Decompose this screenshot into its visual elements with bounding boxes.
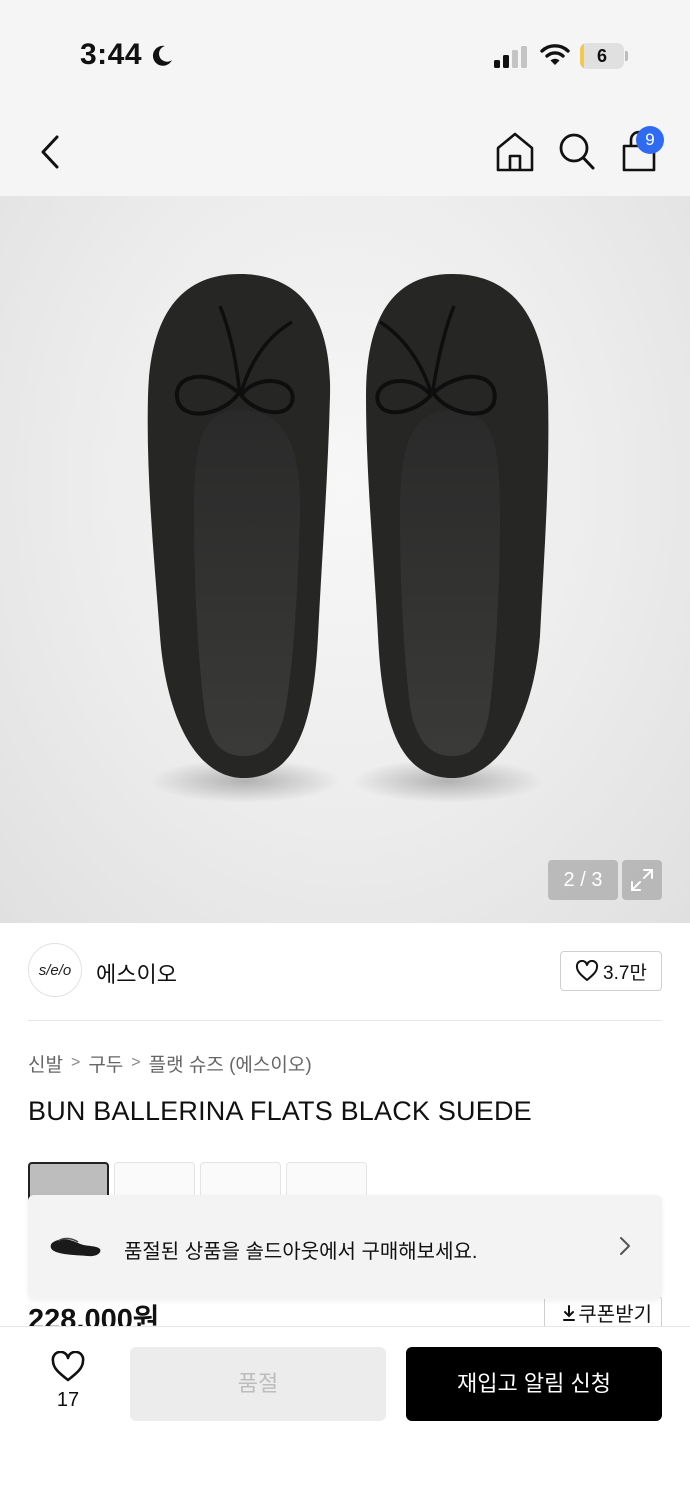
- home-icon: [496, 132, 534, 172]
- price-row: 228,000원 쿠폰받기: [28, 1296, 662, 1326]
- home-button[interactable]: [494, 130, 536, 174]
- top-nav: 9: [0, 110, 690, 196]
- breadcrumb-item[interactable]: 구두: [88, 1050, 123, 1077]
- download-icon: [563, 1304, 576, 1321]
- brand-row[interactable]: s/e/o 에스이오 3.7만: [28, 943, 662, 999]
- expand-icon: [631, 869, 653, 891]
- brand-like-button[interactable]: 3.7만: [560, 951, 662, 991]
- restock-alert-button[interactable]: 재입고 알림 신청: [406, 1347, 662, 1421]
- battery-icon: 6: [580, 43, 628, 69]
- coupon-label: 쿠폰받기: [578, 1304, 652, 1326]
- coupon-button[interactable]: 쿠폰받기: [562, 1298, 652, 1326]
- expand-image-button[interactable]: [622, 860, 662, 900]
- brand-name[interactable]: 에스이오: [96, 957, 177, 989]
- cart-button[interactable]: 9: [618, 126, 664, 174]
- signal-icon: [494, 46, 527, 68]
- breadcrumb: 신발 > 구두 > 플랫 슈즈 (에스이오): [28, 1050, 312, 1076]
- search-button[interactable]: [556, 130, 598, 174]
- search-icon: [559, 133, 595, 170]
- image-counter: 2 / 3: [548, 860, 618, 900]
- product-price: 228,000원: [28, 1304, 160, 1326]
- product-image: [147, 274, 549, 803]
- breadcrumb-item[interactable]: 플랫 슈즈 (에스이오): [149, 1050, 312, 1077]
- battery-percent: 6: [596, 46, 607, 66]
- back-chevron-icon: [41, 135, 59, 169]
- shoe-thumbnail-icon: [50, 1237, 101, 1257]
- back-button[interactable]: [30, 130, 70, 174]
- divider: [28, 1020, 662, 1021]
- bottom-action-bar: 17 품절 재입고 알림 신청: [0, 1326, 690, 1500]
- moon-icon: [152, 45, 172, 66]
- product-image-gallery[interactable]: 2 / 3: [0, 196, 690, 923]
- breadcrumb-separator-icon: >: [131, 1054, 141, 1071]
- product-title: BUN BALLERINA FLATS BLACK SUEDE: [28, 1096, 532, 1126]
- soldout-button: 품절: [130, 1347, 386, 1421]
- brand-like-count: 3.7만: [603, 962, 647, 984]
- soldout-banner[interactable]: 품절된 상품을 솔드아웃에서 구매해보세요.: [28, 1195, 662, 1299]
- soldout-banner-text: 품절된 상품을 솔드아웃에서 구매해보세요.: [124, 1241, 478, 1263]
- breadcrumb-item[interactable]: 신발: [28, 1050, 63, 1077]
- status-bar: 3:44 6: [0, 0, 690, 110]
- breadcrumb-separator-icon: >: [70, 1054, 81, 1071]
- wishlist-count: 17: [56, 1389, 80, 1411]
- cart-count-badge: 9: [636, 126, 664, 154]
- brand-logo[interactable]: s/e/o: [28, 943, 82, 997]
- wifi-icon: [540, 44, 570, 65]
- chevron-right-icon: [620, 1237, 630, 1255]
- status-time: 3:44: [80, 38, 143, 71]
- wishlist-button[interactable]: 17: [38, 1350, 98, 1415]
- heart-icon: [51, 1350, 85, 1382]
- heart-icon: [576, 960, 599, 981]
